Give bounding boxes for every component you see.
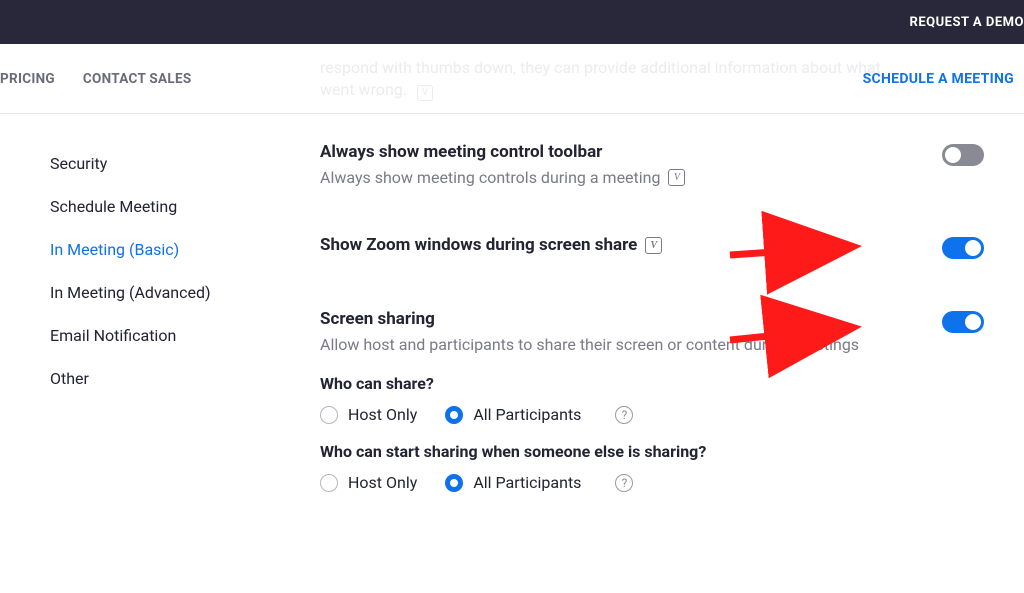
- question-who-can-share: Who can share?: [320, 374, 984, 393]
- help-icon[interactable]: ?: [615, 406, 633, 424]
- setting-desc: Always show meeting controls during a me…: [320, 168, 902, 187]
- request-demo-link[interactable]: REQUEST A DEMO: [909, 15, 1024, 30]
- annotation-arrow: [730, 322, 860, 346]
- sidebar-item-schedule-meeting[interactable]: Schedule Meeting: [50, 185, 240, 228]
- sidebar-item-in-meeting-basic[interactable]: In Meeting (Basic): [50, 228, 240, 271]
- setting-always-toolbar: Always show meeting control toolbar Alwa…: [320, 142, 984, 187]
- settings-sidebar: Security Schedule Meeting In Meeting (Ba…: [0, 114, 240, 593]
- radio-who-start-host-only[interactable]: Host Only: [320, 473, 417, 492]
- nav-pricing[interactable]: PRICING: [0, 71, 55, 87]
- setting-show-zoom-windows: Show Zoom windows during screen share V: [320, 235, 984, 261]
- radio-icon: [320, 406, 338, 424]
- settings-content: Always show meeting control toolbar Alwa…: [240, 114, 1024, 593]
- setting-screen-sharing: Screen sharing Allow host and participan…: [320, 309, 984, 354]
- screen-sharing-subsection: Who can share? Host Only All Participant…: [320, 374, 984, 492]
- sidebar-item-email-notification[interactable]: Email Notification: [50, 314, 240, 357]
- radio-who-share-host-only[interactable]: Host Only: [320, 405, 417, 424]
- radio-icon: [445, 406, 463, 424]
- toggle-screen-sharing[interactable]: [942, 311, 984, 333]
- page-body: Security Schedule Meeting In Meeting (Ba…: [0, 114, 1024, 593]
- modified-icon: V: [645, 237, 662, 254]
- top-bar: REQUEST A DEMO: [0, 0, 1024, 44]
- toggle-always-toolbar[interactable]: [942, 144, 984, 166]
- modified-icon: V: [668, 169, 685, 186]
- annotation-arrow: [730, 239, 860, 263]
- radio-icon: [445, 474, 463, 492]
- schedule-meeting-link[interactable]: SCHEDULE A MEETING: [863, 71, 1024, 87]
- sidebar-item-in-meeting-advanced[interactable]: In Meeting (Advanced): [50, 271, 240, 314]
- sidebar-item-security[interactable]: Security: [50, 142, 240, 185]
- setting-title: Always show meeting control toolbar: [320, 142, 902, 162]
- question-who-can-start: Who can start sharing when someone else …: [320, 442, 984, 461]
- nav-contact-sales[interactable]: CONTACT SALES: [83, 71, 192, 87]
- radio-icon: [320, 474, 338, 492]
- radio-who-start-all-participants[interactable]: All Participants: [445, 473, 581, 492]
- sub-nav: PRICING CONTACT SALES SCHEDULE A MEETING: [0, 44, 1024, 114]
- help-icon[interactable]: ?: [615, 474, 633, 492]
- sidebar-item-other[interactable]: Other: [50, 357, 240, 400]
- toggle-show-zoom-windows[interactable]: [942, 237, 984, 259]
- radio-who-share-all-participants[interactable]: All Participants: [445, 405, 581, 424]
